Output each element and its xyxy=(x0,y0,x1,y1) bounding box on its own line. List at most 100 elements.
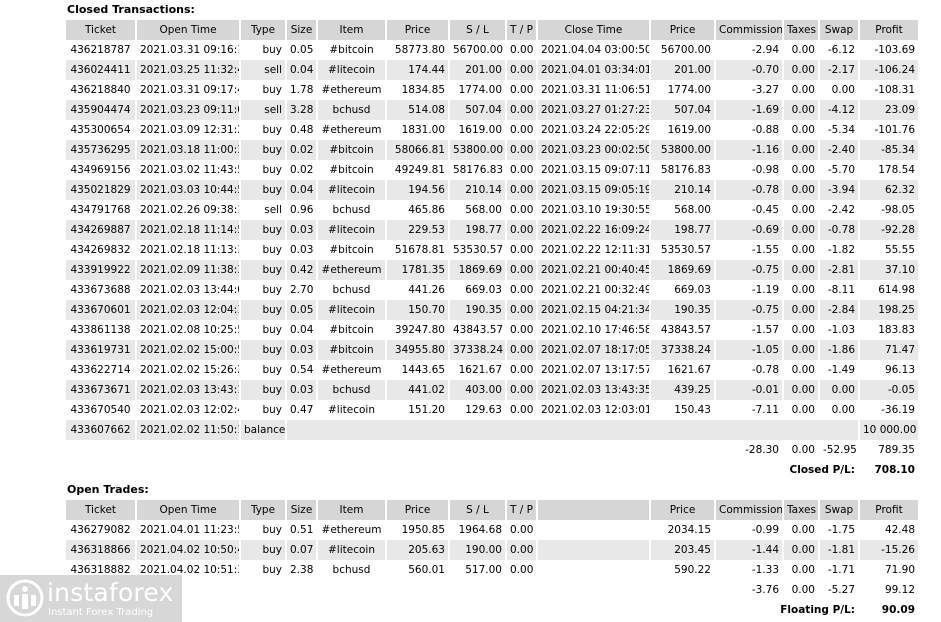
closed-cell-close-time: 2021.02.21 00:32:49 xyxy=(541,284,649,296)
closed-cell-close-time: 2021.03.31 11:06:51 xyxy=(541,84,649,96)
table-row: 436279082 2021.04.01 11:23:53 buy 0.51 #ethe… xyxy=(66,520,918,540)
closed-header-commission: Commission xyxy=(716,20,782,40)
open-cell-type: buy xyxy=(262,524,282,536)
closed-cell-price: 151.20 xyxy=(408,404,445,416)
closed-cell-open-time: 2021.02.03 12:02:42 xyxy=(140,404,239,416)
closed-cell-open-time: 2021.02.08 10:25:59 xyxy=(140,324,239,336)
balance-ticket: 433607662 xyxy=(66,420,135,440)
open-header-open-time: Open Time xyxy=(137,500,239,520)
closed-cell-price: 465.86 xyxy=(408,204,445,216)
closed-cell-commission: -1.69 xyxy=(716,100,782,120)
open-cell-tp: 0.00 xyxy=(510,564,534,576)
closed-cell-type: buy xyxy=(262,244,282,256)
closed-cell-close-price: 43843.57 xyxy=(660,324,711,336)
table-row: 4363188662021.04.02 10:50:40buy0.07#lite… xyxy=(66,540,918,560)
balance-type: balance xyxy=(241,420,285,440)
closed-cell-close-time: 2021.04.01 03:34:01 xyxy=(538,60,649,80)
closed-header-tp: T / P xyxy=(507,20,536,40)
closed-cell-size: 0.96 xyxy=(290,204,314,216)
closed-cell-tp: 0.00 xyxy=(510,284,534,296)
closed-cell-sl: 56700.00 xyxy=(453,44,504,56)
table-row: 436218787 2021.03.31 09:16:18 buy 0.05 #bitc… xyxy=(66,40,918,60)
closed-cell-size: 0.04 xyxy=(287,180,316,200)
open-cell-swap: -1.75 xyxy=(827,524,855,536)
closed-cell-taxes: 0.00 xyxy=(784,180,818,200)
open-pl-value: 90.09 xyxy=(881,604,915,616)
closed-cell-open-time: 2021.03.03 10:44:53 xyxy=(137,180,239,200)
closed-cell-size: 0.54 xyxy=(290,364,314,376)
closed-cell-type: buy xyxy=(262,404,282,416)
closed-cell-profit: 37.10 xyxy=(860,260,918,280)
open-cell-profit: -15.26 xyxy=(860,540,918,560)
closed-cell-ticket: 433670540 xyxy=(70,404,131,416)
closed-cell-type: buy xyxy=(241,220,285,240)
closed-cell-price: 1834.85 xyxy=(401,84,445,96)
closed-cell-open-time: 2021.02.03 12:04:12 xyxy=(137,300,239,320)
closed-cell-profit: 614.98 xyxy=(878,284,915,296)
open-cell-type: buy xyxy=(262,564,282,576)
closed-cell-sl: 1869.69 xyxy=(450,260,505,280)
open-cell-close-price: 2034.15 xyxy=(667,524,711,536)
closed-cell-sl: 37338.24 xyxy=(450,340,505,360)
table-row: 434969156 2021.03.02 11:43:55 buy 0.02 #bitc… xyxy=(66,160,918,180)
closed-header-price: Price xyxy=(387,20,448,40)
closed-cell-item: #litecoin xyxy=(318,180,385,200)
closed-cell-close-price: 53800.00 xyxy=(651,140,714,160)
open-cell-price: 560.01 xyxy=(408,564,445,576)
closed-cell-close-price: 1621.67 xyxy=(667,364,711,376)
closed-total-taxes: 0.00 xyxy=(791,444,815,456)
closed-totals-row: -28.30 0.00 -52.95 789.35 xyxy=(66,440,918,460)
balance-row: 4336076622021.02.02 11:50:11balance 10 00… xyxy=(66,420,918,440)
closed-cell-sl: 1621.67 xyxy=(458,364,502,376)
closed-header-open-time: Open Time xyxy=(137,20,239,40)
closed-cell-ticket: 433919922 xyxy=(66,260,135,280)
closed-cell-type: buy xyxy=(262,44,282,56)
closed-cell-ticket: 433673671 xyxy=(66,380,135,400)
closed-cell-swap: -6.12 xyxy=(827,44,855,56)
closed-cell-item: #litecoin xyxy=(318,300,385,320)
closed-cell-type: buy xyxy=(262,324,282,336)
closed-cell-commission: -3.27 xyxy=(751,84,779,96)
closed-cell-size: 0.03 xyxy=(290,244,314,256)
closed-cell-close-price: 210.14 xyxy=(651,180,714,200)
closed-cell-taxes: 0.00 xyxy=(791,124,815,136)
closed-cell-size: 0.05 xyxy=(290,44,314,56)
closed-pl-label: Closed P/L: xyxy=(789,464,855,476)
closed-cell-item: #bitcoin xyxy=(329,244,374,256)
closed-cell-price: 58066.81 xyxy=(387,140,448,160)
closed-cell-open-time: 2021.03.25 11:32:40 xyxy=(137,60,239,80)
closed-cell-profit: 178.54 xyxy=(878,164,915,176)
closed-cell-tp: 0.00 xyxy=(507,260,536,280)
closed-cell-swap: -2.42 xyxy=(827,204,855,216)
open-header-size: Size xyxy=(287,500,316,520)
balance-amount: 10 000.00 xyxy=(860,420,918,440)
closed-cell-commission: -0.01 xyxy=(716,380,782,400)
open-cell-price: 205.63 xyxy=(387,540,448,560)
closed-cell-ticket: 435300654 xyxy=(70,124,131,136)
open-header-profit: Profit xyxy=(860,500,918,520)
closed-cell-tp: 0.00 xyxy=(510,364,534,376)
closed-cell-profit: 198.25 xyxy=(860,300,918,320)
closed-cell-swap: -0.78 xyxy=(820,220,858,240)
closed-cell-ticket: 433622714 xyxy=(70,364,131,376)
closed-cell-ticket: 433673688 xyxy=(70,284,131,296)
closed-cell-open-time: 2021.03.09 12:31:26 xyxy=(140,124,239,136)
closed-cell-sl: 201.00 xyxy=(450,60,505,80)
closed-cell-open-time: 2021.02.03 13:43:11 xyxy=(137,380,239,400)
open-header-price: Price xyxy=(387,500,448,520)
closed-cell-tp: 0.00 xyxy=(510,44,534,56)
closed-cell-price: 441.26 xyxy=(408,284,445,296)
closed-cell-size: 0.05 xyxy=(287,300,316,320)
table-row: 4363188822021.04.02 10:51:34buy2.38bchus… xyxy=(66,560,918,580)
table-row: 4339199222021.02.09 11:38:31buy0.42#ethe… xyxy=(66,260,918,280)
closed-cell-tp: 0.00 xyxy=(510,204,534,216)
closed-cell-price: 514.08 xyxy=(387,100,448,120)
closed-cell-taxes: 0.00 xyxy=(791,404,815,416)
closed-cell-type: buy xyxy=(241,380,285,400)
closed-cell-close-time: 2021.03.24 22:05:29 xyxy=(541,124,649,136)
closed-cell-profit: 23.09 xyxy=(860,100,918,120)
table-row: 433622714 2021.02.02 15:26:26 buy 0.54 #ethe… xyxy=(66,360,918,380)
open-cell-commission: -0.99 xyxy=(751,524,779,536)
open-cell-profit: 71.90 xyxy=(884,564,915,576)
open-cell-close-time xyxy=(538,540,649,560)
